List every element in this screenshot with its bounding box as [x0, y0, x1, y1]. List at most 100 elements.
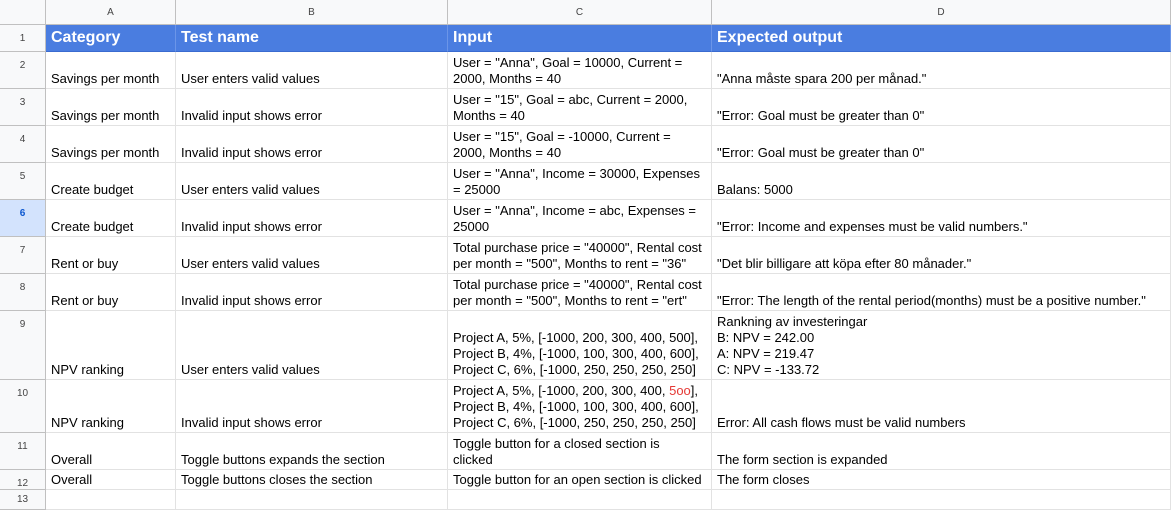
expected-output-cell[interactable]: The form section is expanded: [712, 433, 1171, 470]
row-header-2[interactable]: 2: [0, 52, 46, 89]
category-cell[interactable]: Create budget: [46, 163, 176, 200]
row-header-5[interactable]: 5: [0, 163, 46, 200]
input-text: ],: [690, 383, 699, 398]
input-cell[interactable]: User = "Anna", Income = 30000, Expenses =…: [448, 163, 712, 200]
test-text: Invalid input shows error: [181, 145, 322, 160]
category-cell[interactable]: Create budget: [46, 200, 176, 237]
expected-output-cell[interactable]: [712, 490, 1171, 510]
expected-output-cell[interactable]: "Error: Goal must be greater than 0": [712, 89, 1171, 126]
header-input[interactable]: Input: [448, 25, 712, 52]
output-line: Error: All cash flows must be valid numb…: [717, 415, 966, 430]
output-line: "Error: Income and expenses must be vali…: [717, 219, 1028, 234]
category-text: NPV ranking: [51, 362, 124, 377]
input-line: clicked: [453, 452, 493, 467]
row-header-1[interactable]: 1: [0, 25, 46, 52]
test-name-cell[interactable]: Invalid input shows error: [176, 200, 448, 237]
spreadsheet-grid: A B C D 1 Category Test name Input Expec…: [0, 0, 1171, 510]
category-text: Savings per month: [51, 108, 160, 123]
expected-output-cell[interactable]: "Error: Income and expenses must be vali…: [712, 200, 1171, 237]
row-header-6[interactable]: 6: [0, 200, 46, 237]
input-cell[interactable]: Toggle button for a closed section is cli…: [448, 433, 712, 470]
header-expected-output[interactable]: Expected output: [712, 25, 1171, 52]
expected-output-cell[interactable]: Error: All cash flows must be valid numb…: [712, 380, 1171, 433]
expected-output-cell[interactable]: Balans: 5000: [712, 163, 1171, 200]
input-cell[interactable]: Toggle button for an open section is cli…: [448, 470, 712, 490]
test-name-cell[interactable]: Toggle buttons expands the section: [176, 433, 448, 470]
row-header-9[interactable]: 9: [0, 311, 46, 380]
row-header-8[interactable]: 8: [0, 274, 46, 311]
row-header-4[interactable]: 4: [0, 126, 46, 163]
column-header-a[interactable]: A: [46, 0, 176, 25]
input-cell[interactable]: [448, 490, 712, 510]
test-name-cell[interactable]: User enters valid values: [176, 163, 448, 200]
output-line: B: NPV = 242.00: [717, 330, 815, 345]
output-line: Balans: 5000: [717, 182, 793, 197]
expected-output-cell[interactable]: Rankning av investeringar B: NPV = 242.00…: [712, 311, 1171, 380]
category-cell[interactable]: NPV ranking: [46, 311, 176, 380]
column-header-b[interactable]: B: [176, 0, 448, 25]
test-name-cell[interactable]: [176, 490, 448, 510]
input-cell[interactable]: User = "15", Goal = abc, Current = 2000,…: [448, 89, 712, 126]
row-header-12[interactable]: 12: [0, 470, 46, 490]
header-category[interactable]: Category: [46, 25, 176, 52]
expected-output-cell[interactable]: "Error: The length of the rental period(…: [712, 274, 1171, 311]
category-cell[interactable]: Savings per month: [46, 89, 176, 126]
category-text: NPV ranking: [51, 415, 124, 430]
test-name-cell[interactable]: User enters valid values: [176, 52, 448, 89]
input-line: Project C, 6%, [-1000, 250, 250, 250, 25…: [453, 362, 696, 377]
column-header-d[interactable]: D: [712, 0, 1171, 25]
input-cell[interactable]: Total purchase price = "40000", Rental c…: [448, 274, 712, 311]
test-text: Invalid input shows error: [181, 415, 322, 430]
input-line: per month = "500", Months to rent = "36": [453, 256, 687, 271]
input-line: per month = "500", Months to rent = "ert…: [453, 293, 687, 308]
test-name-cell[interactable]: Invalid input shows error: [176, 274, 448, 311]
output-line: Rankning av investeringar: [717, 314, 868, 329]
input-cell[interactable]: Project A, 5%, [-1000, 200, 300, 400, 5o…: [448, 380, 712, 433]
category-text: Create budget: [51, 182, 134, 197]
test-text: Toggle buttons expands the section: [181, 452, 385, 467]
row-header-11[interactable]: 11: [0, 433, 46, 470]
select-all-corner[interactable]: [0, 0, 46, 25]
category-cell[interactable]: Overall: [46, 470, 176, 490]
input-cell[interactable]: User = "15", Goal = -10000, Current = 200…: [448, 126, 712, 163]
column-header-c[interactable]: C: [448, 0, 712, 25]
input-line: Project C, 6%, [-1000, 250, 250, 250, 25…: [453, 415, 696, 430]
category-cell[interactable]: [46, 490, 176, 510]
category-cell[interactable]: Savings per month: [46, 126, 176, 163]
input-cell[interactable]: User = "Anna", Income = abc, Expenses = 2…: [448, 200, 712, 237]
category-text: Savings per month: [51, 71, 160, 86]
category-cell[interactable]: Overall: [46, 433, 176, 470]
output-line: The form closes: [717, 472, 810, 487]
row-header-13[interactable]: 13: [0, 490, 46, 510]
expected-output-cell[interactable]: "Det blir billigare att köpa efter 80 må…: [712, 237, 1171, 274]
category-text: Savings per month: [51, 145, 160, 160]
row-header-3[interactable]: 3: [0, 89, 46, 126]
output-line: "Error: Goal must be greater than 0": [717, 108, 925, 123]
test-name-cell[interactable]: User enters valid values: [176, 237, 448, 274]
input-line: 25000: [453, 219, 490, 234]
row-header-7[interactable]: 7: [0, 237, 46, 274]
test-name-cell[interactable]: Invalid input shows error: [176, 126, 448, 163]
input-cell[interactable]: Total purchase price = "40000", Rental c…: [448, 237, 712, 274]
test-name-cell[interactable]: Invalid input shows error: [176, 89, 448, 126]
output-line: The form section is expanded: [717, 452, 888, 467]
invalid-value-highlight: 5oo: [669, 383, 691, 398]
test-name-cell[interactable]: User enters valid values: [176, 311, 448, 380]
input-line: Months = 40: [453, 108, 525, 123]
category-cell[interactable]: Rent or buy: [46, 237, 176, 274]
test-name-cell[interactable]: Toggle buttons closes the section: [176, 470, 448, 490]
expected-output-cell[interactable]: The form closes: [712, 470, 1171, 490]
expected-output-cell[interactable]: "Anna måste spara 200 per månad.": [712, 52, 1171, 89]
output-line: A: NPV = 219.47: [717, 346, 815, 361]
category-cell[interactable]: Rent or buy: [46, 274, 176, 311]
header-test-name[interactable]: Test name: [176, 25, 448, 52]
test-text: User enters valid values: [181, 71, 320, 86]
category-cell[interactable]: NPV ranking: [46, 380, 176, 433]
input-line: User = "15", Goal = abc, Current = 2000,: [453, 92, 688, 107]
expected-output-cell[interactable]: "Error: Goal must be greater than 0": [712, 126, 1171, 163]
category-cell[interactable]: Savings per month: [46, 52, 176, 89]
input-cell[interactable]: Project A, 5%, [-1000, 200, 300, 400, 50…: [448, 311, 712, 380]
test-name-cell[interactable]: Invalid input shows error: [176, 380, 448, 433]
row-header-10[interactable]: 10: [0, 380, 46, 433]
input-cell[interactable]: User = "Anna", Goal = 10000, Current = 20…: [448, 52, 712, 89]
